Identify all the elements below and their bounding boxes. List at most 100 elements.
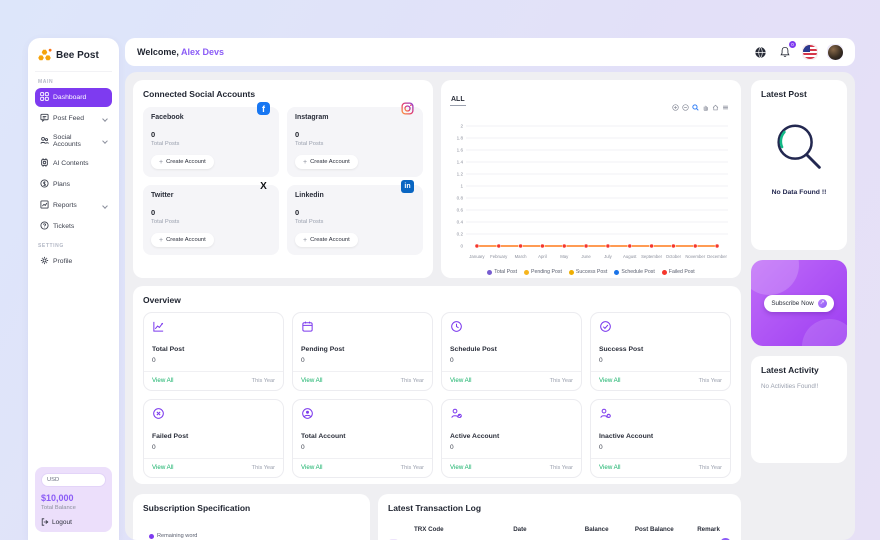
balance-card: USD $10,000 Total Balance Logout [35, 467, 112, 532]
overview-card-footer: View All This Year [442, 371, 581, 390]
tab-all[interactable]: ALL [450, 96, 466, 106]
svg-text:January: January [469, 254, 485, 259]
selection-zoom-icon[interactable] [692, 104, 699, 111]
sidebar-item-label: Profile [53, 258, 72, 265]
sidebar-item-label: Post Feed [53, 115, 84, 122]
legend-item-total-post[interactable]: Total Post [487, 269, 517, 275]
monthly-posts-chart[interactable]: 00.20.40.60.811.21.41.61.82JanuaryFebrua… [450, 120, 732, 262]
overview-card-active-account: Active Account0View AllThis Year [441, 399, 582, 478]
create-account-label: Create Account [310, 237, 350, 243]
create-account-label: Create Account [166, 159, 206, 165]
legend-dot [569, 270, 574, 275]
remaining-word-label: Remaining word [157, 533, 197, 539]
dashboard-icon [40, 92, 49, 103]
svg-text:0.4: 0.4 [457, 220, 464, 225]
view-all-link[interactable]: View All [599, 464, 621, 471]
social-account-card-twitter: TwitterX0Total Posts+Create Account [143, 185, 279, 255]
social-card-title: Connected Social Accounts [143, 89, 423, 99]
period-label: This Year [401, 378, 424, 384]
legend-item-pending-post[interactable]: Pending Post [524, 269, 562, 275]
legend-item-schedule-post[interactable]: Schedule Post [614, 269, 654, 275]
view-all-link[interactable]: View All [301, 377, 323, 384]
social-account-name: Twitter [151, 192, 271, 199]
remaining-word-dot [149, 534, 154, 539]
sidebar: Bee Post MAIN Dashboard Post Feed Social Ac… [28, 38, 119, 540]
social-post-count: 0 [295, 130, 415, 139]
overview-card-footer: View AllThis Year [591, 458, 730, 477]
svg-text:June: June [581, 254, 591, 259]
home-reset-icon[interactable] [712, 104, 719, 111]
svg-text:February: February [490, 254, 508, 259]
sidebar-item-profile[interactable]: Profile [35, 252, 112, 271]
language-flag-button[interactable] [802, 44, 818, 60]
chart-menu-icon[interactable] [722, 104, 729, 111]
period-label: This Year [550, 378, 573, 384]
sidebar-item-tickets[interactable]: Tickets [35, 217, 112, 236]
overview-card-footer: View AllThis Year [144, 371, 283, 390]
create-account-button[interactable]: +Create Account [295, 155, 358, 169]
svg-text:November: November [685, 254, 705, 259]
chart-line-icon [152, 320, 275, 338]
view-all-link[interactable]: View All [152, 464, 174, 471]
plus-icon: + [303, 237, 307, 244]
view-all-link[interactable]: View All [450, 464, 472, 471]
view-all-link[interactable]: View All [301, 464, 323, 471]
view-all-link[interactable]: View All [450, 377, 472, 384]
sidebar-item-ai-contents[interactable]: AI Contents [35, 154, 112, 173]
subscribe-now-button[interactable]: Subscribe Now ↗ [764, 295, 833, 312]
create-account-button[interactable]: +Create Account [151, 155, 214, 169]
legend-item-success-post[interactable]: Success Post [569, 269, 607, 275]
subscription-title: Subscription Specification [143, 503, 360, 513]
tickets-icon [40, 221, 49, 232]
sidebar-item-reports[interactable]: Reports [35, 196, 112, 215]
sidebar-item-label: Reports [53, 202, 77, 209]
sidebar-item-label: Social Accounts [53, 134, 99, 148]
overview-card-value: 0 [301, 444, 424, 451]
sidebar-item-social-accounts[interactable]: Social Accounts [35, 130, 112, 152]
content: Connected Social Accounts Facebookf0Tota… [125, 72, 855, 540]
zoom-in-icon[interactable] [672, 104, 679, 111]
legend-label: Success Post [576, 269, 607, 275]
social-account-card-facebook: Facebookf0Total Posts+Create Account [143, 107, 279, 177]
profile-icon [40, 256, 49, 267]
svg-text:April: April [538, 254, 547, 259]
reports-icon [40, 200, 49, 211]
profile-menu-button[interactable] [827, 44, 843, 60]
social-account-name: Linkedin [295, 192, 415, 199]
create-account-button[interactable]: +Create Account [151, 233, 214, 247]
sidebar-item-post-feed[interactable]: Post Feed [35, 109, 112, 128]
zoom-out-icon[interactable] [682, 104, 689, 111]
column-header-trx-code: TRX Code [414, 526, 509, 533]
overview-card-value: 0 [301, 357, 424, 364]
us-flag-icon [803, 45, 817, 59]
sidebar-item-plans[interactable]: Plans [35, 175, 112, 194]
connected-social-accounts-card: Connected Social Accounts Facebookf0Tota… [133, 80, 433, 278]
view-all-link[interactable]: View All [599, 377, 621, 384]
create-account-label: Create Account [166, 237, 206, 243]
latest-post-title: Latest Post [761, 89, 807, 99]
social-post-count: 0 [295, 208, 415, 217]
legend-label: Failed Post [669, 269, 695, 275]
nav-section-label: MAIN [38, 79, 109, 85]
welcome-label: Welcome, [137, 47, 179, 57]
view-all-link[interactable]: View All [152, 377, 174, 384]
sidebar-item-dashboard[interactable]: Dashboard [35, 88, 112, 107]
chevron-down-icon [102, 116, 108, 122]
main-area: Welcome, Alex Devs 0 [125, 38, 855, 540]
logout-button[interactable]: Logout [41, 518, 106, 526]
overview-card-value: 0 [450, 444, 573, 451]
app-logo[interactable]: Bee Post [35, 46, 112, 72]
legend-item-failed-post[interactable]: Failed Post [662, 269, 695, 275]
currency-select[interactable]: USD [41, 473, 106, 487]
language-globe-button[interactable] [752, 44, 768, 60]
notifications-button[interactable]: 0 [777, 44, 793, 60]
bell-icon [779, 46, 791, 58]
pan-icon[interactable] [702, 104, 709, 111]
create-account-button[interactable]: +Create Account [295, 233, 358, 247]
overview-card-total-account: Total Account0View AllThis Year [292, 399, 433, 478]
social-account-card-linkedin: Linkedinin0Total Posts+Create Account [287, 185, 423, 255]
svg-text:May: May [560, 254, 569, 259]
no-data-text: No Data Found !! [772, 189, 827, 196]
subscription-legend: Remaining word [149, 533, 360, 539]
overview-card-value: 0 [450, 357, 573, 364]
